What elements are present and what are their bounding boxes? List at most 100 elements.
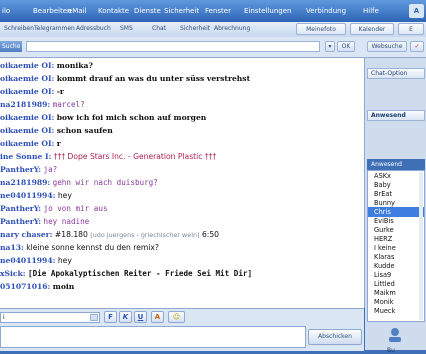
chat-line: na2181989: gehn wir nach duisburg? <box>0 177 158 188</box>
app-logo-icon: A <box>409 4 424 18</box>
chat-line: nary chaser: #18.180 [udo juergens - gri… <box>0 229 219 241</box>
chat-message: bow ich foi mich schon auf morgen <box>56 113 207 122</box>
present-list-header: Anwesend <box>367 159 425 170</box>
search-input[interactable] <box>26 41 320 52</box>
websearch-button[interactable]: Websuche <box>367 41 407 52</box>
chat-nick: xSick: <box>0 269 26 278</box>
chat-message: jo von mir aus <box>43 204 108 213</box>
chat-nick: PantherY: <box>0 217 42 226</box>
chat-line: PantherY: hey nadine <box>0 216 89 227</box>
send-button[interactable]: Abschicken <box>308 329 362 345</box>
chat-nick: na2181989: <box>0 100 51 109</box>
chat-line: na2181989: marcel? <box>0 99 85 110</box>
menu-settings[interactable]: Einstellungen <box>244 7 291 15</box>
chat-log: oikaemie OI: monika? oikaemie OI: kommt … <box>0 58 365 308</box>
tab-addressbook[interactable]: Adressbuch <box>76 25 111 32</box>
tab-chat[interactable]: Chat <box>152 25 166 32</box>
tab-write[interactable]: Schreiben <box>4 25 34 32</box>
user-list-scrollbar[interactable] <box>419 172 423 320</box>
chat-line: na13: kleine sonne kennst du den remix? <box>0 242 159 253</box>
tab-more[interactable]: E <box>398 23 424 35</box>
chat-message: ††† Dope Stars Inc. - Generation Plastic… <box>53 152 217 161</box>
message-input[interactable] <box>0 326 306 348</box>
chat-nick: oikaemie OI: <box>0 61 55 70</box>
chat-line: oikaemie OI: -r <box>0 86 64 97</box>
chat-message: kleine sonne kennst du den remix? <box>26 243 159 252</box>
menu-security[interactable]: Sicherheit <box>164 7 199 15</box>
user-list-item[interactable]: Mueck <box>374 306 395 316</box>
search-row: Suche ▾ OK Websuche ✓ <box>0 37 426 58</box>
menu-window[interactable]: Fenster <box>205 7 231 15</box>
check-icon[interactable]: ✓ <box>410 41 424 52</box>
chat-line: oikaemie OI: bow ich foi mich schon auf … <box>0 112 206 123</box>
chat-message: hey <box>57 256 72 265</box>
chat-nick: na2181989: <box>0 178 51 187</box>
menu-help[interactable]: Hilfe <box>363 7 379 15</box>
chat-nick: oikaemie OI: <box>0 113 55 122</box>
chat-message: [Die Apokalyptischen Reiter - Friede Sei… <box>28 269 253 278</box>
chat-line: xSick: [Die Apokalyptischen Reiter - Fri… <box>0 268 252 279</box>
chat-message: moin <box>52 282 75 291</box>
chat-line: ine Sonne I: ††† Dope Stars Inc. - Gener… <box>0 151 216 162</box>
right-panel: Chat-Option Anwesend Anwesend ASKx Baby … <box>365 58 426 354</box>
chat-message: monika? <box>56 61 93 70</box>
menu-file[interactable]: ilo <box>2 7 10 15</box>
tab-telegrams[interactable]: Telegrammen <box>34 25 75 32</box>
present-header[interactable]: Anwesend <box>367 110 425 121</box>
search-label: Suche <box>0 41 22 52</box>
tab-sms[interactable]: SMS <box>120 25 133 32</box>
nick-select[interactable]: i <box>0 312 100 323</box>
dropdown-icon[interactable]: ▾ <box>325 41 335 52</box>
chat-line: oikaemie OI: monika? <box>0 60 93 71</box>
buddy-label: Bu <box>387 347 395 354</box>
smiley-icon[interactable]: ☺ <box>168 311 185 323</box>
nick-select-value: i <box>3 314 5 321</box>
chat-nick: PantherY: <box>0 165 42 174</box>
chat-message: -r <box>56 87 64 96</box>
italic-button[interactable]: K <box>119 311 132 323</box>
search-ok-button[interactable]: OK <box>337 41 355 52</box>
chat-line: PantherY: jo von mir aus <box>0 203 108 214</box>
bold-button[interactable]: F <box>104 311 117 323</box>
menu-email[interactable]: eMail <box>68 7 87 15</box>
chat-message: hey nadine <box>43 217 90 226</box>
chat-nick: 051071016: <box>0 282 51 291</box>
chat-line: ne04011994: hey <box>0 190 72 201</box>
chat-line: PantherY: ja? <box>0 164 57 175</box>
chat-message: #18.180 <box>54 230 88 239</box>
chat-message: kommt drauf an was du unter süss verstre… <box>56 74 251 83</box>
toolbar-tabs: Schreiben Telegrammen Adressbuch SMS Cha… <box>0 22 426 38</box>
color-button[interactable]: A <box>151 311 164 323</box>
tab-billing[interactable]: Abrechnung <box>214 25 250 32</box>
chat-message: hey <box>57 191 72 200</box>
chat-nick: oikaemie OI: <box>0 87 55 96</box>
buddy-icon[interactable] <box>382 326 408 346</box>
chat-line: oikaemie OI: r <box>0 138 61 149</box>
chat-options-header[interactable]: Chat-Option <box>367 68 425 79</box>
chat-nick: oikaemie OI: <box>0 139 55 148</box>
tab-myphoto[interactable]: Meinefoto <box>296 23 346 35</box>
chat-line: oikaemie OI: kommt drauf an was du unter… <box>0 73 250 84</box>
tab-calendar[interactable]: Kalender <box>350 23 394 35</box>
chat-nick: ne04011994: <box>0 256 56 265</box>
chat-nick: oikaemie OI: <box>0 126 55 135</box>
chat-message: gehn wir nach duisburg? <box>52 178 158 187</box>
user-list: ASKx Baby BrEat Bunny Chris EviBis Gurke… <box>367 170 425 322</box>
menu-services[interactable]: Dienste <box>134 7 161 15</box>
chat-message: marcel? <box>52 100 85 109</box>
menu-contacts[interactable]: Kontakte <box>98 7 129 15</box>
chevron-down-icon <box>90 314 98 321</box>
tab-security[interactable]: Sicherheit <box>180 25 210 32</box>
chat-nick: ne04011994: <box>0 191 56 200</box>
menubar: ilo Bearbeiten eMail Kontakte Dienste Si… <box>0 0 426 22</box>
chat-song-time: 6:50 <box>201 230 219 239</box>
menu-edit[interactable]: Bearbeiten <box>33 7 71 15</box>
chat-nick: oikaemie OI: <box>0 74 55 83</box>
underline-button[interactable]: U <box>134 311 147 323</box>
menu-connection[interactable]: Verbindung <box>306 7 346 15</box>
chat-line: 051071016: moin <box>0 281 74 292</box>
chat-nick: ine Sonne I: <box>0 152 52 161</box>
chat-message: r <box>56 139 61 148</box>
chat-message: schon saufen <box>56 126 113 135</box>
chat-nick: nary chaser: <box>0 230 53 239</box>
